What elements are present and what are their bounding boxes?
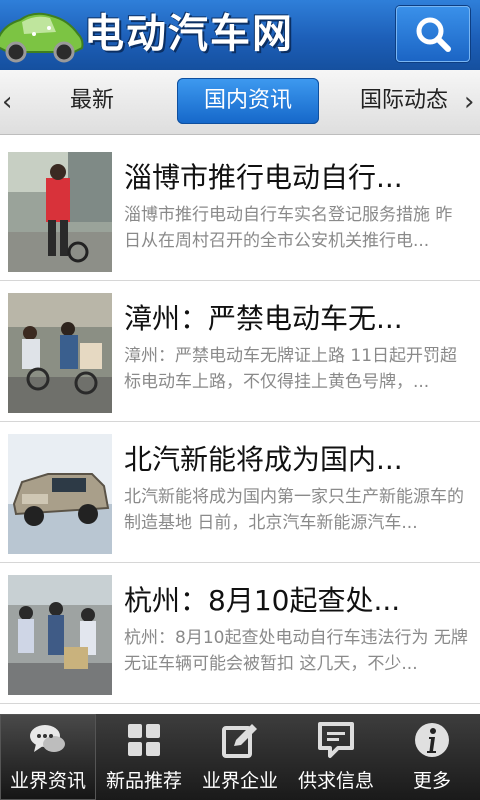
news-thumbnail [8,152,112,272]
green-car-logo [0,12,84,63]
news-item[interactable]: 漳州：严禁电动车无... 漳州：严禁电动车无牌证上路 11日起开罚超标电动车上路… [0,281,480,422]
nav-companies[interactable]: 业界企业 [192,714,288,800]
news-title: 北汽新能将成为国内... [124,443,403,476]
nav-label: 业界资讯 [9,770,86,792]
tab-international[interactable]: 国际动态 [352,78,456,124]
news-item[interactable]: 北汽新能将成为国内... 北汽新能将成为国内第一家只生产新能源车的制造基地 日前… [0,422,480,563]
news-thumbnail [8,293,112,413]
message-box-icon [316,720,356,760]
nav-label: 供求信息 [297,770,374,792]
chat-bubble-icon [28,720,68,760]
edit-icon [220,720,260,760]
category-tab-bar: ‹ 最新 国内资讯 国际动态 › [0,70,480,135]
news-summary: 淄博市推行电动自行车实名登记服务措施 昨日从在周村召开的全市公安机关推行电... [124,205,453,251]
nav-label: 新品推荐 [105,770,182,792]
bottom-navigation: 业界资讯 新品推荐 业界企业 供求信息 更多 [0,714,480,800]
nav-new-products[interactable]: 新品推荐 [96,714,192,800]
nav-supply-demand[interactable]: 供求信息 [288,714,384,800]
news-thumbnail [8,575,112,695]
news-summary: 漳州：严禁电动车无牌证上路 11日起开罚超标电动车上路，不仅得挂上黄色号牌，..… [124,346,458,392]
news-thumbnail [8,434,112,554]
search-icon [416,17,451,52]
tabs-next-arrow-icon[interactable]: › [464,88,474,116]
news-title: 杭州：8月10起查处... [124,584,401,617]
tab-latest[interactable]: 最新 [40,78,144,124]
info-icon [412,720,452,760]
nav-more[interactable]: 更多 [384,714,480,800]
search-button[interactable] [396,6,470,62]
news-item[interactable]: 淄博市推行电动自行... 淄博市推行电动自行车实名登记服务措施 昨日从在周村召开… [0,140,480,281]
tab-domestic-news[interactable]: 国内资讯 [177,78,319,124]
news-summary: 杭州：8月10起查处电动自行车违法行为 无牌无证车辆可能会被暂扣 这几天，不少.… [124,628,468,674]
nav-label: 更多 [412,770,451,792]
app-header: 电动汽车网 [0,0,480,70]
news-summary: 北汽新能将成为国内第一家只生产新能源车的制造基地 日前，北京汽车新能源汽车... [124,487,464,533]
nav-label: 业界企业 [201,770,278,792]
tabs-prev-arrow-icon[interactable]: ‹ [2,88,12,116]
news-item[interactable]: 杭州：8月10起查处... 杭州：8月10起查处电动自行车违法行为 无牌无证车辆… [0,563,480,704]
nav-industry-news[interactable]: 业界资讯 [0,714,96,800]
news-list: 淄博市推行电动自行... 淄博市推行电动自行车实名登记服务措施 昨日从在周村召开… [0,140,480,704]
news-title: 淄博市推行电动自行... [124,161,403,194]
news-title: 漳州：严禁电动车无... [124,302,403,335]
app-title: 电动汽车网 [84,10,294,57]
grid-icon [124,720,164,760]
